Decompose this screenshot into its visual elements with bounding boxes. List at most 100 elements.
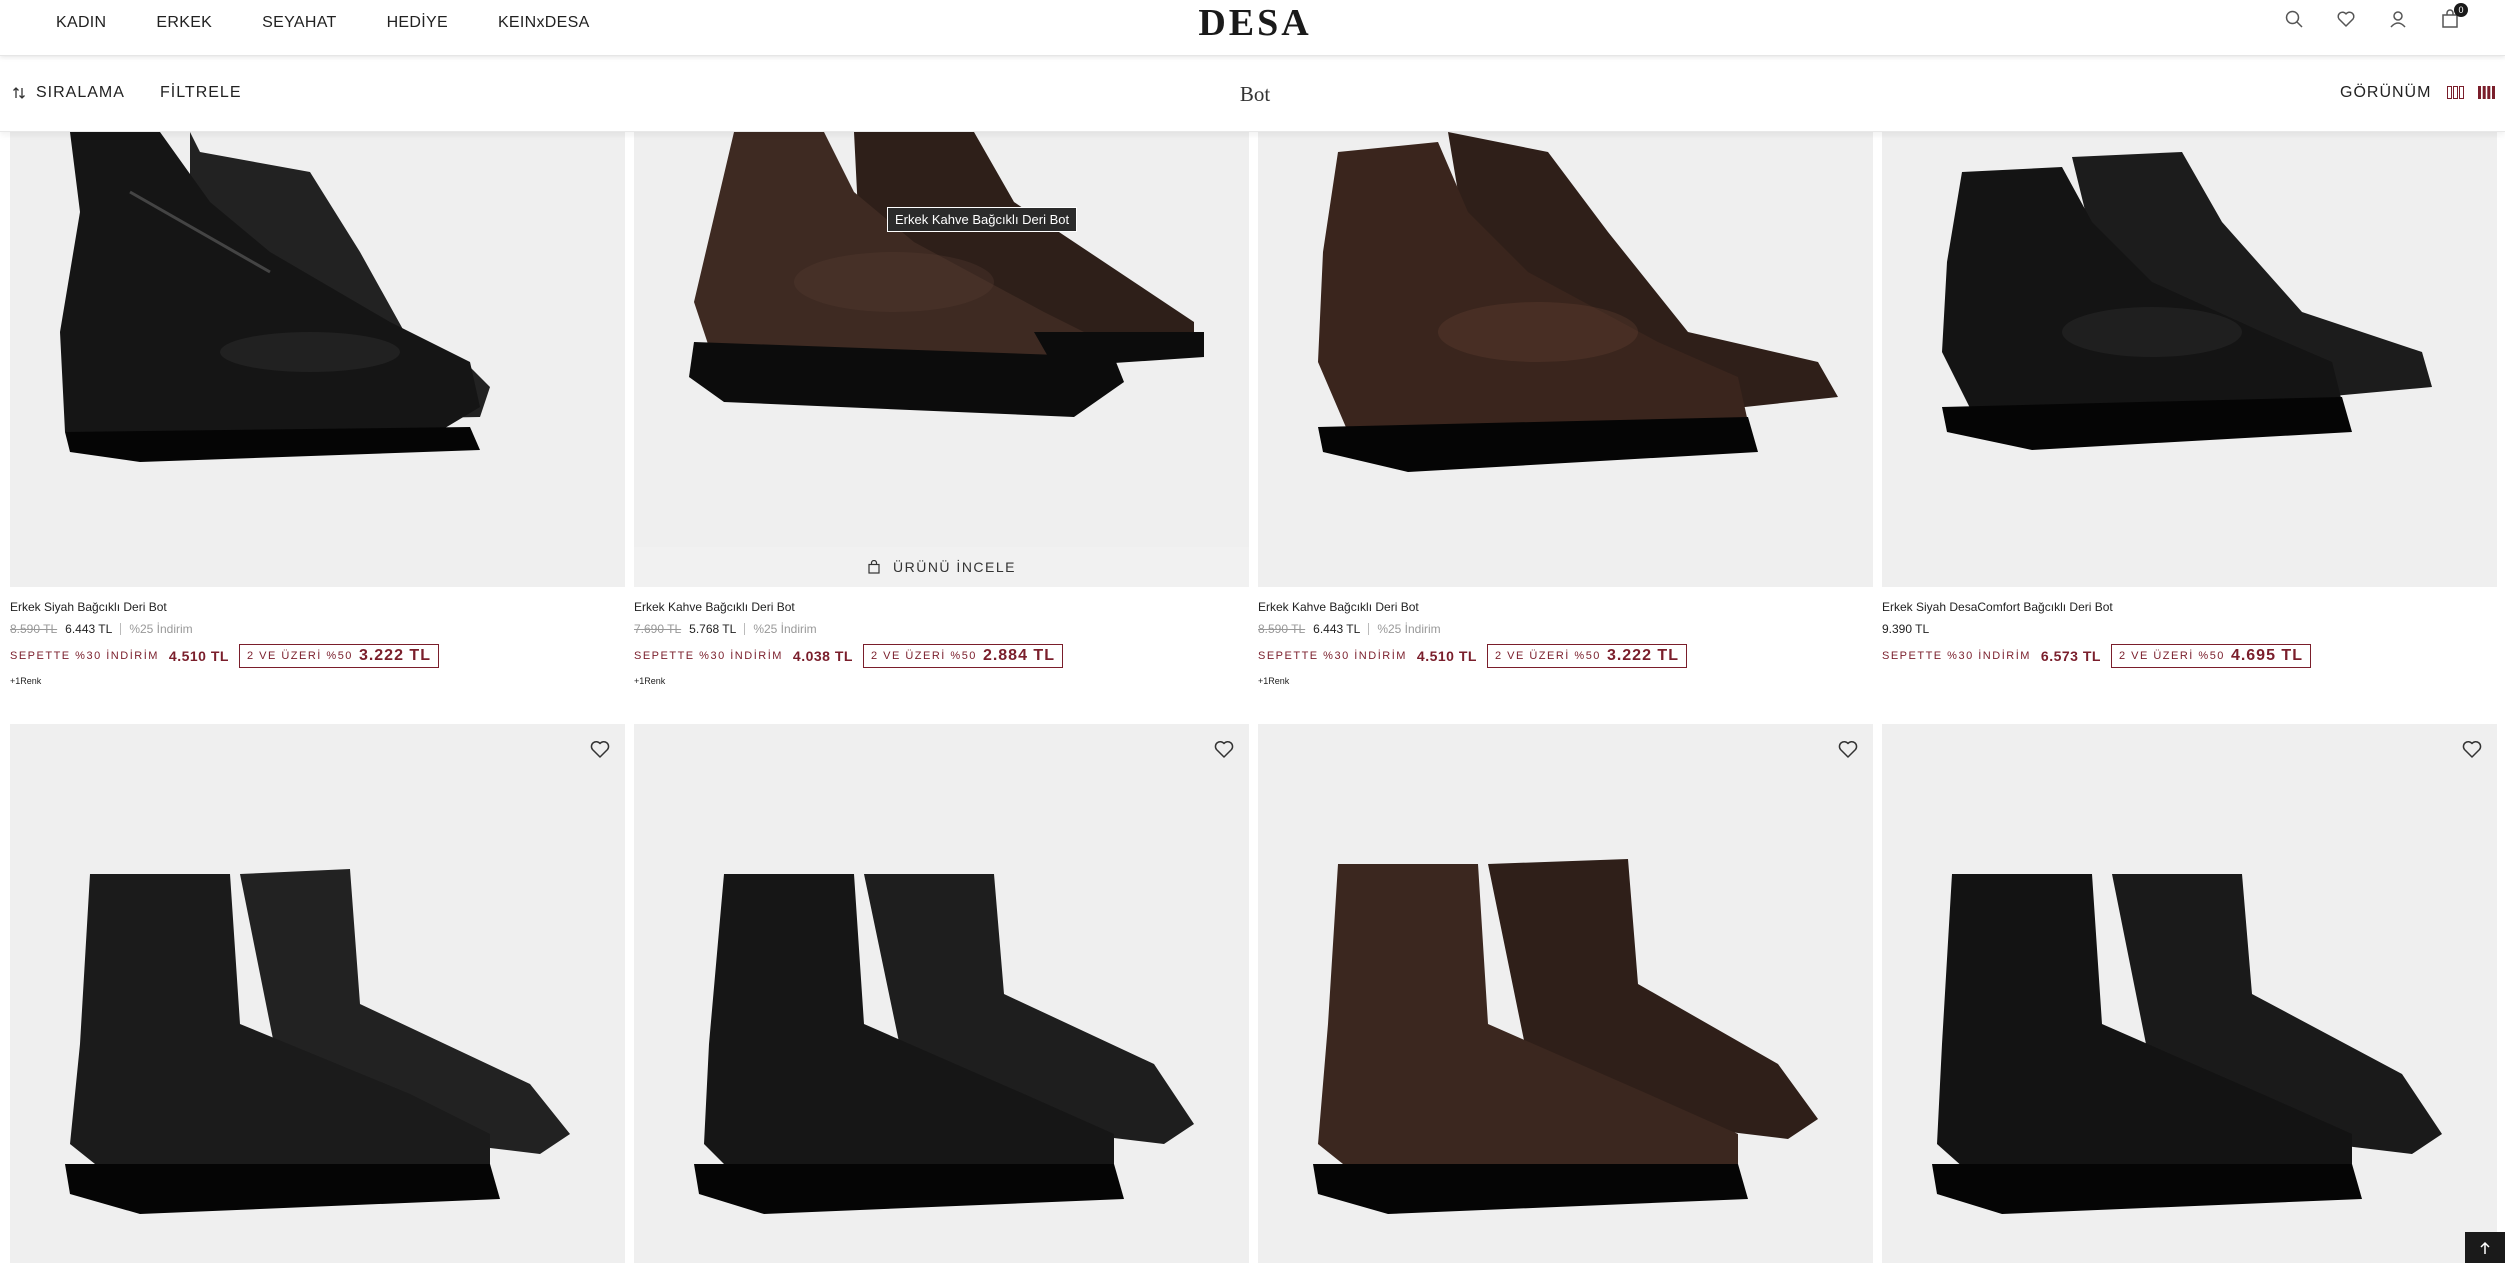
multi-buy-label: 2 VE ÜZERİ %50 [1494,650,1601,662]
promo-line: SEPETTE %30 İNDİRİM 4.510 TL 2 VE ÜZERİ … [10,644,625,668]
product-card[interactable]: Erkek Siyah DesaComfort Bağcıklı Deri Bo… [1882,132,2497,676]
product-image[interactable] [10,132,625,587]
product-image[interactable] [1258,724,1873,1263]
chukka-boot-image [689,132,1204,417]
filter-button[interactable]: FİLTRELE [160,84,242,102]
promo-line: SEPETTE %30 İNDİRİM 6.573 TL 2 VE ÜZERİ … [1882,644,2497,668]
old-price: 8.590 TL [1258,622,1306,636]
product-name[interactable]: Erkek Siyah Bağcıklı Deri Bot [10,600,625,614]
product-tooltip: Erkek Kahve Bağcıklı Deri Bot [887,207,1078,232]
chelsea-boot-image [1932,874,2442,1214]
product-card[interactable] [634,724,1249,1263]
cart-discount-label: SEPETTE %30 İNDİRİM [1258,650,1407,662]
multi-buy-price: 3.222 TL [1606,647,1679,664]
user-icon[interactable] [2387,8,2409,30]
product-name[interactable]: Erkek Siyah DesaComfort Bağcıklı Deri Bo… [1882,600,2497,614]
product-card[interactable]: Erkek Kahve Bağcıklı Deri Bot 8.590 TL 6… [1258,132,1873,686]
favorite-heart-icon[interactable] [1837,738,1859,760]
heart-icon[interactable] [2335,8,2357,30]
product-name[interactable]: Erkek Kahve Bağcıklı Deri Bot [1258,600,1873,614]
product-image[interactable]: Erkek Kahve Bağcıklı Deri Bot ÜRÜNÜ İNCE… [634,132,1249,587]
search-icon[interactable] [2283,8,2305,30]
product-info: Erkek Kahve Bağcıklı Deri Bot 7.690 TL 5… [634,587,1249,686]
chukka-boot-image [1318,132,1838,472]
product-image[interactable] [1258,132,1873,587]
promo-line: SEPETTE %30 İNDİRİM 4.510 TL 2 VE ÜZERİ … [1258,644,1873,668]
multi-buy-label: 2 VE ÜZERİ %50 [246,650,353,662]
product-info: Erkek Kahve Bağcıklı Deri Bot 8.590 TL 6… [1258,587,1873,686]
bag-icon[interactable]: 0 [2439,3,2468,30]
view-toggles [2447,86,2495,99]
sort-button[interactable]: SIRALAMA [12,84,125,102]
product-image[interactable] [1882,132,2497,587]
current-price: 5.768 TL [689,622,737,636]
product-info: Erkek Siyah Bağcıklı Deri Bot 8.590 TL 6… [10,587,625,686]
product-image[interactable] [10,724,625,1263]
chelsea-boot-image [65,869,570,1214]
multi-buy-label: 2 VE ÜZERİ %50 [2118,650,2225,662]
brand-logo[interactable]: DESA [1188,0,1322,46]
nav-link-erkek[interactable]: ERKEK [156,14,212,32]
arrow-up-icon [2480,1241,2490,1254]
product-card[interactable]: Erkek Siyah Bağcıklı Deri Bot 8.590 TL 6… [10,132,625,686]
multi-buy-price: 2.884 TL [982,647,1055,664]
multi-buy-badge: 2 VE ÜZERİ %50 3.222 TL [1486,644,1687,668]
cart-discount-price: 6.573 TL [2040,648,2101,664]
product-info: Erkek Siyah DesaComfort Bağcıklı Deri Bo… [1882,587,2497,668]
nav-link-seyahat[interactable]: SEYAHAT [262,14,336,32]
old-price: 7.690 TL [634,622,682,636]
cart-discount-price: 4.510 TL [168,648,229,664]
favorite-heart-icon[interactable] [2461,738,2483,760]
discount-label: %25 İndirim [753,622,817,636]
color-variants[interactable]: +1Renk [10,676,625,686]
product-name[interactable]: Erkek Kahve Bağcıklı Deri Bot [634,600,1249,614]
listing-toolbar: SIRALAMA FİLTRELE Bot GÖRÜNÜM [0,57,2505,132]
product-card[interactable] [1258,724,1873,1263]
product-card[interactable] [1882,724,2497,1263]
cart-discount-label: SEPETTE %30 İNDİRİM [1882,650,2031,662]
color-variants[interactable]: +1Renk [1258,676,1873,686]
discount-label: %25 İndirim [1377,622,1441,636]
old-price: 8.590 TL [10,622,58,636]
multi-buy-badge: 2 VE ÜZERİ %50 4.695 TL [2110,644,2311,668]
favorite-heart-icon[interactable] [1213,738,1235,760]
inspect-product-button[interactable]: ÜRÜNÜ İNCELE [634,547,1249,587]
price-divider [744,623,746,635]
nav-link-kadin[interactable]: KADIN [56,14,106,32]
chukka-boot-image [1942,152,2432,450]
price-line: 8.590 TL 6.443 TL %25 İndirim [10,622,625,636]
cart-discount-price: 4.510 TL [1416,648,1477,664]
cart-discount-label: SEPETTE %30 İNDİRİM [10,650,159,662]
product-card[interactable]: Erkek Kahve Bağcıklı Deri Bot ÜRÜNÜ İNCE… [634,132,1249,686]
product-image[interactable] [634,724,1249,1263]
chukka-boot-image [60,132,490,462]
grid-3-columns-icon[interactable] [2447,86,2464,99]
price-line: 8.590 TL 6.443 TL %25 İndirim [1258,622,1873,636]
nav-link-keinxdesa[interactable]: KEINxDESA [498,14,590,32]
current-price: 6.443 TL [65,622,113,636]
current-price: 6.443 TL [1313,622,1361,636]
cart-count-badge: 0 [2454,3,2468,17]
price-divider [1368,623,1370,635]
discount-label: %25 İndirim [129,622,193,636]
promo-line: SEPETTE %30 İNDİRİM 4.038 TL 2 VE ÜZERİ … [634,644,1249,668]
color-variants[interactable]: +1Renk [634,676,1249,686]
sort-icon [13,87,25,99]
multi-buy-badge: 2 VE ÜZERİ %50 2.884 TL [862,644,1063,668]
multi-buy-price: 4.695 TL [2230,647,2303,664]
favorite-heart-icon[interactable] [589,738,611,760]
scroll-to-top-button[interactable] [2465,1232,2505,1263]
current-price: 9.390 TL [1882,622,1930,636]
sort-label: SIRALAMA [36,84,125,101]
multi-buy-price: 3.222 TL [358,647,431,664]
header-actions: 0 [2283,3,2468,30]
product-image[interactable] [1882,724,2497,1263]
price-line: 9.390 TL [1882,622,2497,636]
chelsea-boot-image [694,874,1194,1214]
nav-link-hediye[interactable]: HEDİYE [387,14,448,32]
product-card[interactable] [10,724,625,1263]
grid-4-columns-icon[interactable] [2478,86,2495,99]
multi-buy-label: 2 VE ÜZERİ %50 [870,650,977,662]
shopping-bag-icon [868,560,880,574]
main-menu: KADIN ERKEK SEYAHAT HEDİYE KEINxDESA [56,0,590,46]
